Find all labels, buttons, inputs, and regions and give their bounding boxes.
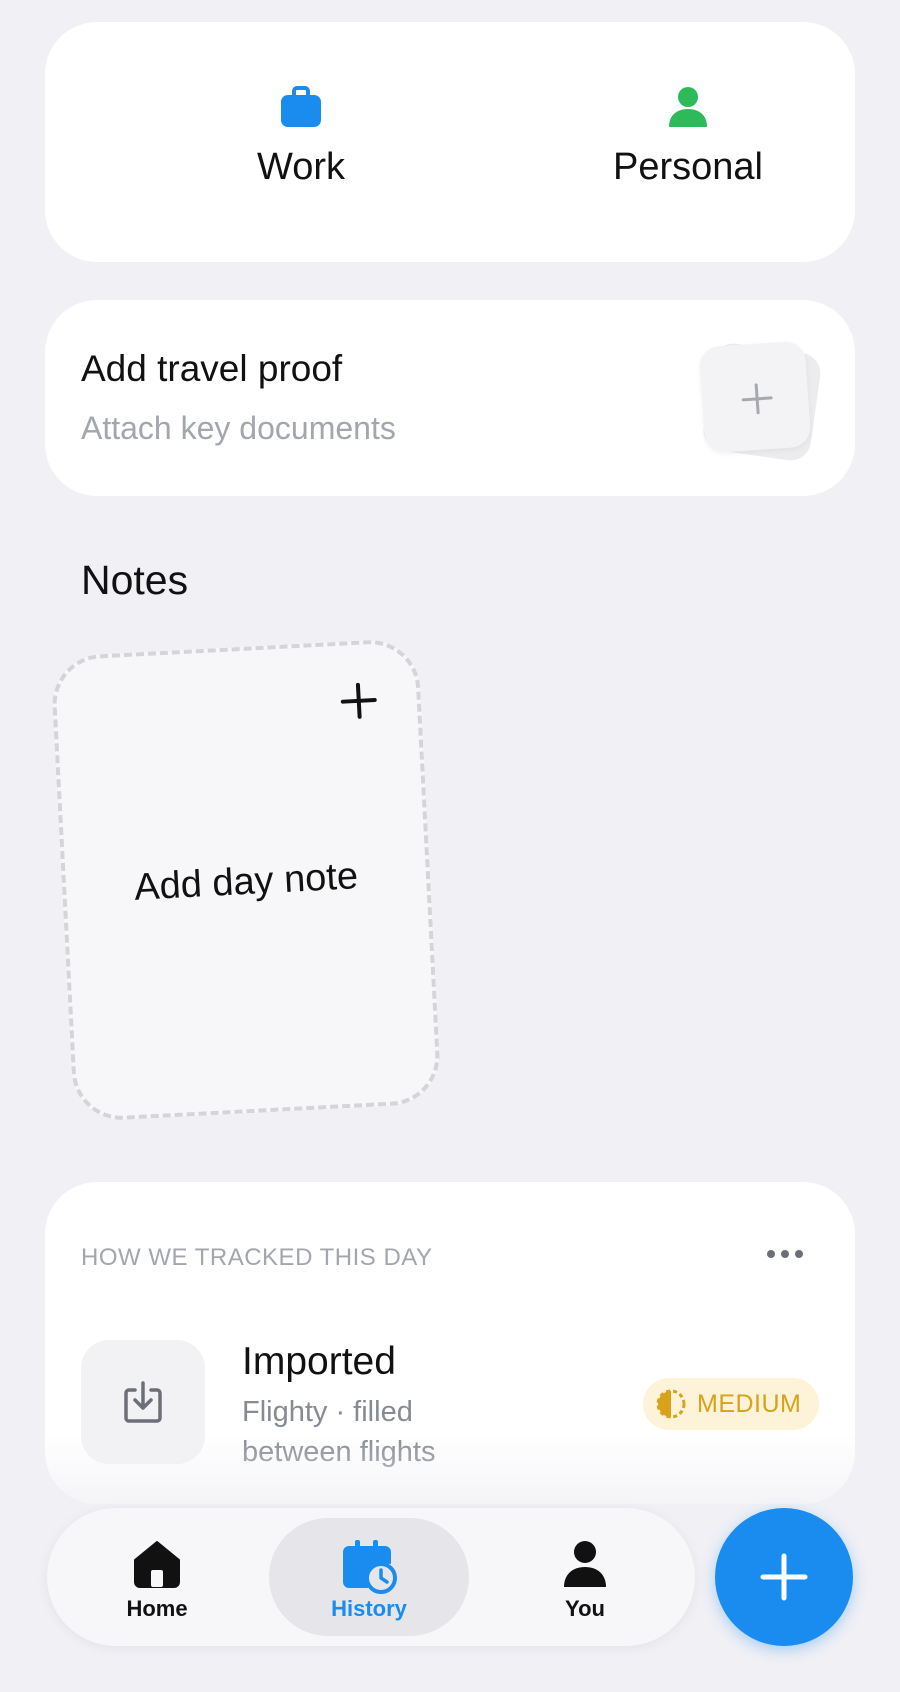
add-day-note-label: Add day note [133,855,360,909]
plus-icon [340,682,377,719]
plus-icon [741,383,773,415]
confidence-label: MEDIUM [697,1389,802,1418]
half-circle-icon [656,1389,686,1419]
travel-proof-title: Add travel proof [81,348,343,389]
tracking-method-title: Imported [242,1340,396,1383]
nav-label-history: History [331,1596,407,1621]
nav-item-history[interactable]: History [269,1518,469,1636]
category-card: Work Personal [45,22,855,262]
nav-item-home[interactable]: Home [57,1518,257,1636]
confidence-badge: MEDIUM [643,1378,820,1430]
travel-proof-card[interactable]: Add travel proof Attach key documents [45,300,855,496]
category-personal-label: Personal [613,146,763,188]
document-stack-front [698,340,812,454]
more-options-icon[interactable] [765,1248,805,1260]
tracking-card: HOW WE TRACKED THIS DAY Imported Flighty… [45,1182,855,1504]
person-icon [564,1541,606,1587]
category-work-button[interactable]: Work [151,84,451,189]
add-fab-button[interactable] [715,1508,853,1646]
nav-label-home: Home [126,1596,188,1621]
briefcase-icon [281,86,321,127]
category-work-label: Work [257,146,345,188]
category-personal-button[interactable]: Personal [538,84,838,189]
nav-label-you: You [565,1596,605,1621]
house-icon [134,1541,180,1588]
download-icon [124,1381,162,1423]
plus-icon [760,1553,808,1601]
scroll-fade [45,1434,855,1504]
travel-proof-subtitle: Attach key documents [81,410,396,446]
add-document-button[interactable] [698,340,823,463]
notes-heading: Notes [81,557,189,603]
calendar-clock-icon [343,1540,397,1594]
add-day-note-card[interactable]: Add day note [50,637,442,1123]
person-icon [669,87,707,127]
tracking-heading: HOW WE TRACKED THIS DAY [81,1244,433,1271]
nav-item-you[interactable]: You [485,1518,685,1636]
bottom-nav-bar: Home History You [47,1508,695,1646]
